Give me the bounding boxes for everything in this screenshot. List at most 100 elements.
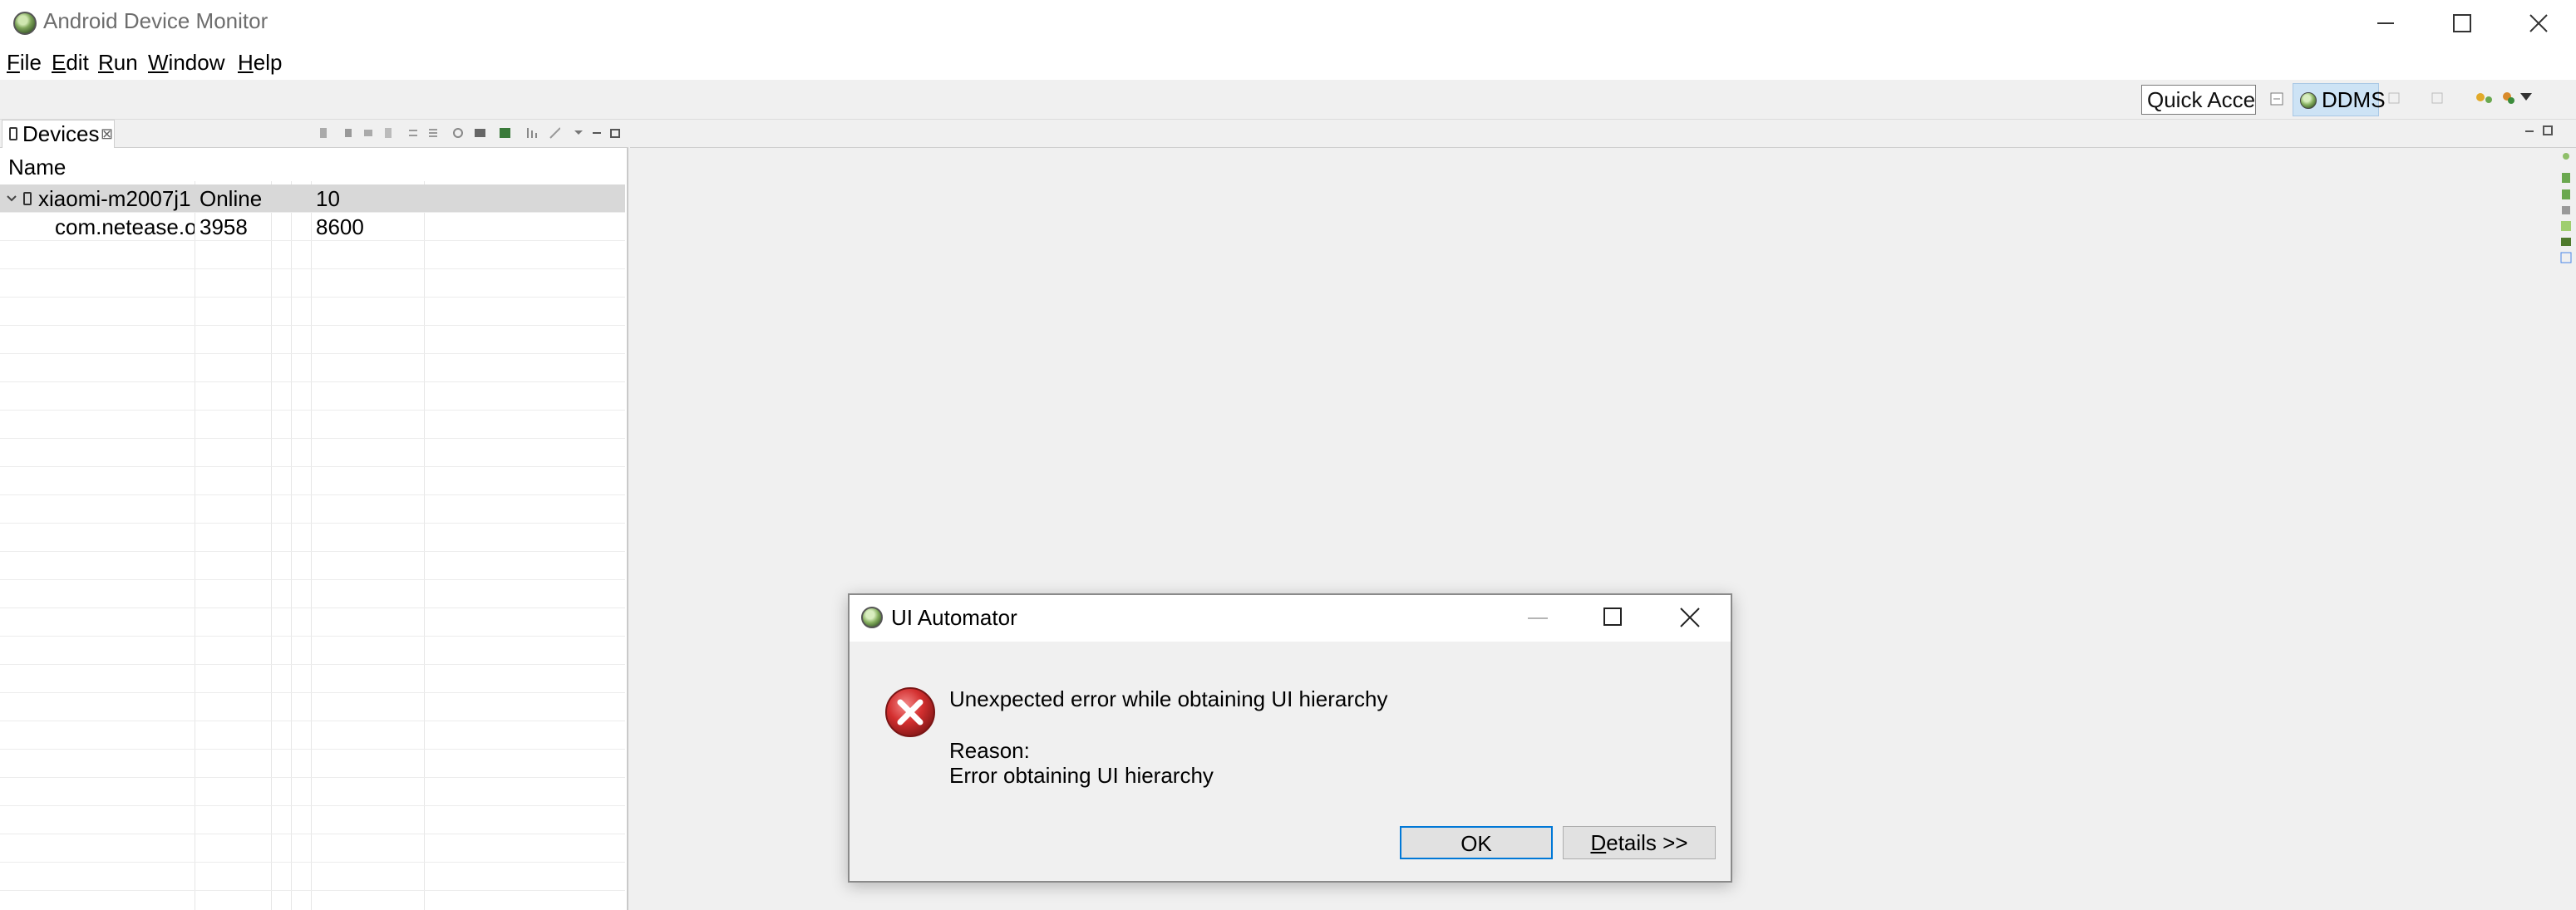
device-value: 10 — [316, 186, 340, 211]
details-button[interactable]: Details >> — [1563, 826, 1716, 859]
menu-help[interactable]: Help — [238, 50, 282, 76]
device-status: Online — [199, 186, 263, 211]
devices-panel: Devices ⊠ Name xiaomi-m2007j1 Online 10 … — [0, 120, 628, 910]
process-port: 8600 — [316, 214, 364, 239]
device-row[interactable]: xiaomi-m2007j1 Online 10 — [0, 184, 625, 213]
empty-row — [0, 552, 625, 580]
ddms-icon — [2300, 92, 2317, 109]
menu-help-mnemonic: H — [238, 50, 254, 75]
process-row[interactable]: com.netease.o 3958 8600 — [0, 213, 625, 241]
empty-row — [0, 524, 625, 552]
device-phone-icon — [23, 192, 32, 205]
menu-bar: File Edit Run Window Help — [0, 47, 2576, 80]
dump-hprof-icon[interactable] — [362, 126, 374, 140]
debug-process-icon[interactable] — [318, 126, 329, 140]
process-pid: 3958 — [199, 214, 248, 239]
ok-button[interactable]: OK — [1400, 826, 1553, 859]
android-device-monitor-icon — [13, 12, 37, 35]
column-header-name[interactable]: Name — [8, 155, 66, 180]
opengl-trace-icon[interactable] — [549, 126, 560, 140]
empty-row — [0, 241, 625, 269]
menu-edit-mnemonic: E — [52, 50, 66, 75]
empty-row — [0, 637, 625, 665]
chevron-down-icon[interactable] — [7, 194, 17, 203]
dialog-maximize-icon[interactable] — [1603, 607, 1624, 628]
menu-run-label: un — [113, 50, 138, 75]
empty-row — [0, 298, 625, 326]
menu-run[interactable]: Run — [98, 50, 138, 76]
stop-process-icon[interactable] — [452, 126, 464, 140]
ui-automator-icon — [861, 607, 883, 628]
menu-window[interactable]: Window — [148, 50, 224, 76]
empty-row — [0, 495, 625, 524]
tab-devices[interactable]: Devices ⊠ — [2, 120, 115, 148]
close-icon — [2529, 14, 2548, 32]
empty-row — [0, 354, 625, 382]
view-menu-icon[interactable] — [572, 126, 584, 140]
details-mnemonic: D — [1590, 830, 1607, 855]
maximize-button[interactable] — [2424, 0, 2500, 47]
update-heap-icon[interactable] — [342, 126, 354, 140]
empty-row — [0, 608, 625, 637]
side-toolbar-icons[interactable] — [2556, 148, 2576, 397]
error-message: Unexpected error while obtaining UI hier… — [949, 686, 1388, 711]
process-name: com.netease.o — [55, 214, 195, 239]
empty-row — [0, 580, 625, 608]
empty-row — [0, 750, 625, 778]
main-toolbar: Quick Acce DDMS — [0, 80, 2576, 120]
dialog-titlebar: UI Automator — [850, 595, 1731, 642]
toolbar-tool-icon-1[interactable] — [2387, 90, 2406, 108]
toolbar-dropdown-icon[interactable] — [2519, 91, 2537, 110]
empty-row — [0, 467, 625, 495]
empty-row — [0, 326, 625, 354]
tab-close-icon[interactable]: ⊠ — [101, 121, 113, 147]
minimize-view-icon[interactable] — [590, 126, 602, 140]
menu-file[interactable]: File — [7, 50, 42, 76]
error-icon — [885, 687, 935, 737]
menu-edit-label: dit — [66, 50, 89, 75]
editor-minimize-icon[interactable] — [2524, 126, 2535, 136]
error-dialog: UI Automator Unexpected error while obta… — [848, 593, 1732, 883]
menu-run-mnemonic: R — [98, 50, 114, 75]
start-method-profiling-icon[interactable] — [427, 126, 439, 140]
toolbar-tool-icon-3[interactable] — [2474, 90, 2492, 108]
menu-window-label: indow — [168, 50, 225, 75]
toolbar-tool-icon-4[interactable] — [2500, 90, 2519, 108]
update-threads-icon[interactable] — [407, 126, 419, 140]
empty-row — [0, 693, 625, 721]
systrace-icon[interactable] — [525, 126, 537, 140]
minimize-icon — [2377, 22, 2394, 24]
menu-edit[interactable]: Edit — [52, 50, 89, 76]
empty-row — [0, 665, 625, 693]
toolbar-tool-icon-2[interactable] — [2431, 90, 2449, 108]
close-button[interactable] — [2500, 0, 2576, 47]
phone-icon — [9, 127, 17, 140]
dialog-body: Unexpected error while obtaining UI hier… — [850, 642, 1731, 883]
menu-file-mnemonic: F — [7, 50, 20, 75]
maximize-view-icon[interactable] — [608, 126, 620, 140]
minimize-button[interactable] — [2347, 0, 2424, 47]
open-perspective-icon[interactable] — [2269, 91, 2288, 110]
ddms-label: DDMS — [2322, 87, 2386, 112]
menu-window-mnemonic: W — [148, 50, 169, 75]
quick-access-input[interactable]: Quick Acce — [2141, 85, 2256, 115]
device-name: xiaomi-m2007j1 — [38, 186, 191, 211]
editor-maximize-icon[interactable] — [2542, 125, 2554, 136]
empty-row — [0, 778, 625, 806]
menu-file-label: ile — [19, 50, 42, 75]
empty-row — [0, 382, 625, 411]
screen-capture-icon[interactable] — [474, 126, 485, 140]
empty-row — [0, 721, 625, 750]
empty-row — [0, 863, 625, 891]
dump-view-hierarchy-icon[interactable] — [499, 126, 510, 140]
menu-help-label: elp — [253, 50, 283, 75]
empty-row — [0, 439, 625, 467]
window-title: Android Device Monitor — [43, 8, 268, 33]
ddms-perspective-button[interactable]: DDMS — [2293, 83, 2386, 116]
empty-row — [0, 269, 625, 298]
editor-tabbar — [630, 120, 2576, 148]
reason-label: Reason: — [949, 738, 1030, 763]
dialog-close-icon[interactable] — [1679, 607, 1701, 628]
dialog-title: UI Automator — [891, 605, 1017, 630]
cause-gc-icon[interactable] — [382, 126, 394, 140]
